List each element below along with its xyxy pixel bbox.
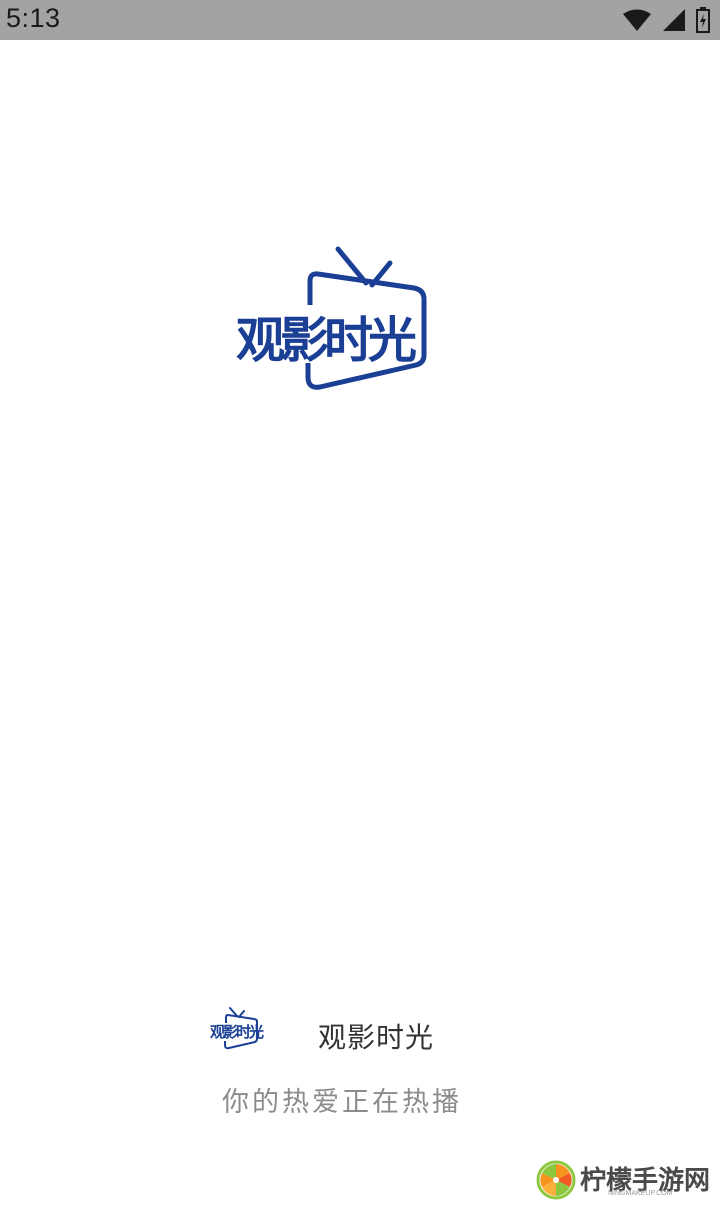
status-bar: 5:13 bbox=[0, 0, 720, 40]
wifi-icon bbox=[623, 9, 651, 31]
footer-app-name: 观影时光 bbox=[318, 1021, 435, 1054]
signal-icon bbox=[663, 9, 685, 31]
watermark-subtitle: NINGMAKEUP.COM bbox=[608, 1190, 673, 1197]
status-icons bbox=[622, 5, 710, 35]
slogan: 你的热爱正在热播 bbox=[222, 1087, 462, 1118]
status-time: 5:13 bbox=[6, 3, 61, 33]
watermark: 柠檬手游网 NINGMAKEUP.COM bbox=[536, 1160, 716, 1200]
lemon-slice-icon bbox=[536, 1160, 576, 1200]
footer-logo-text: 观影时光 bbox=[210, 1023, 264, 1041]
app-logo: 观影时光 bbox=[232, 245, 494, 395]
battery-icon bbox=[696, 7, 710, 33]
footer-logo: 观影时光 bbox=[206, 1005, 286, 1051]
footer-brand: 观影时光 观影时光 bbox=[206, 1005, 526, 1055]
logo-text: 观影时光 bbox=[236, 312, 417, 369]
